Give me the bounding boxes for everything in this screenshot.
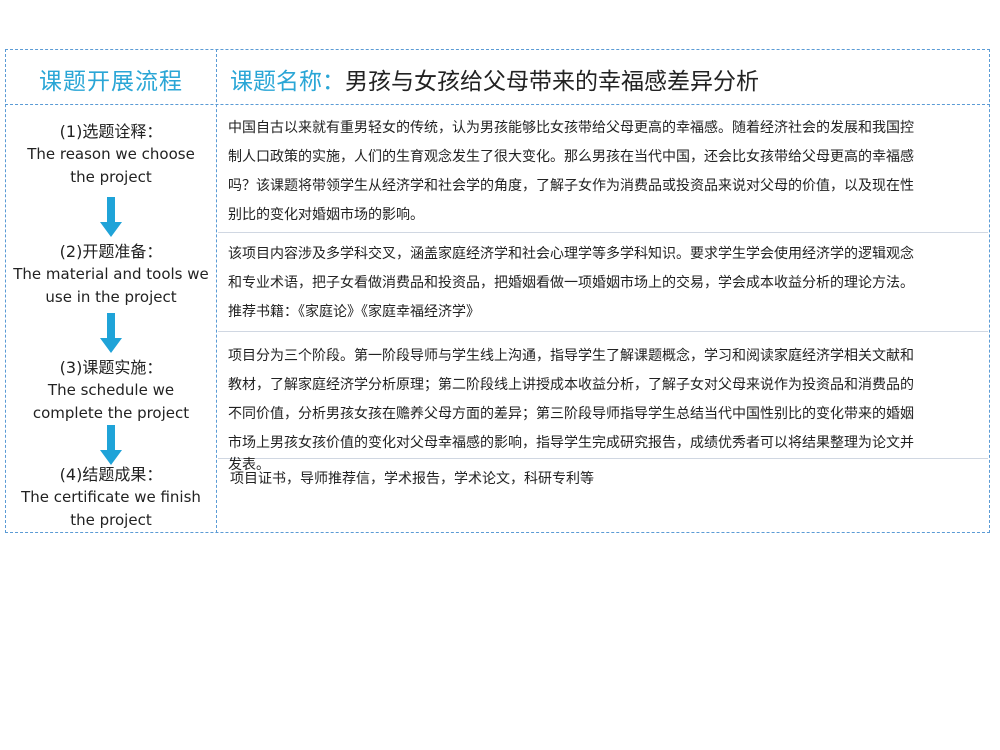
- content-line: 别比的变化对婚姻市场的影响。: [228, 207, 424, 223]
- step-3-en-line-2: complete the project: [32, 404, 190, 422]
- content-outcome: 项目证书，导师推荐信，学术报告，学术论文，科研专利等: [230, 465, 978, 494]
- row-divider: [218, 232, 988, 233]
- step-1: (1)选题诠释： The reason we choose the projec…: [8, 120, 214, 189]
- content-line: 和专业术语，把子女看做消费品和投资品，把婚姻看做一项婚姻市场上的交易，学会成本收…: [228, 275, 914, 291]
- step-2-en-line-1: The material and tools we: [13, 265, 209, 283]
- content-line: 项目证书，导师推荐信，学术报告，学术论文，科研专利等: [230, 471, 594, 487]
- content-line: 该项目内容涉及多学科交叉，涵盖家庭经济学和社会心理学等多学科知识。要求学生学会使…: [228, 246, 914, 262]
- content-line: 推荐书籍：《家庭论》《家庭幸福经济学》: [228, 304, 480, 320]
- content-reason: 中国自古以来就有重男轻女的传统，认为男孩能够比女孩带给父母更高的幸福感。随着经济…: [228, 114, 976, 230]
- step-4-cn: (4)结题成果：: [59, 465, 163, 484]
- content-line: 不同价值，分析男孩女孩在赡养父母方面的差异；第三阶段导师指导学生总结当代中国性别…: [228, 406, 914, 422]
- content-preparation: 该项目内容涉及多学科交叉，涵盖家庭经济学和社会心理学等多学科知识。要求学生学会使…: [228, 240, 976, 327]
- step-1-en-line-1: The reason we choose: [27, 145, 195, 163]
- step-1-cn: (1)选题诠释：: [59, 122, 163, 141]
- process-column-title: 课题开展流程: [39, 69, 183, 95]
- step-3-en-line-1: The schedule we: [47, 381, 175, 399]
- content-line: 项目分为三个阶段。第一阶段导师与学生线上沟通，指导学生了解课题概念，学习和阅读家…: [228, 348, 914, 364]
- step-3: (3)课题实施： The schedule we complete the pr…: [8, 356, 214, 425]
- arrow-down-icon: [100, 425, 122, 465]
- step-2-en-line-2: use in the project: [45, 288, 177, 306]
- row-divider: [218, 331, 988, 332]
- step-3-cn: (3)课题实施：: [59, 358, 163, 377]
- header-divider: [5, 104, 990, 105]
- step-4-en-line-1: The certificate we finish: [21, 488, 201, 506]
- arrow-down-icon: [100, 197, 122, 237]
- content-line: 吗？该课题将带领学生从经济学和社会学的角度，了解子女作为消费品或投资品来说对父母…: [228, 178, 914, 194]
- step-2: (2)开题准备： The material and tools we use i…: [8, 240, 214, 309]
- arrow-down-icon: [100, 313, 122, 353]
- content-schedule: 项目分为三个阶段。第一阶段导师与学生线上沟通，指导学生了解课题概念，学习和阅读家…: [228, 342, 976, 472]
- step-4: (4)结题成果： The certificate we finish the p…: [8, 463, 214, 532]
- content-line: 市场上男孩女孩价值的变化对父母幸福感的影响，指导学生完成研究报告，成绩优秀者可以…: [228, 435, 914, 451]
- step-1-en-line-2: the project: [70, 168, 152, 186]
- step-4-en-line-2: the project: [70, 511, 152, 529]
- content-line: 制人口政策的实施，人们的生育观念发生了很大变化。那么男孩在当代中国，还会比女孩带…: [228, 149, 914, 165]
- project-title-label: 课题名称：: [230, 69, 345, 95]
- content-line: 教材，了解家庭经济学分析原理；第二阶段线上讲授成本收益分析，了解子女对父母来说作…: [228, 377, 914, 393]
- project-title: 课题名称： 男孩与女孩给父母带来的幸福感差异分析: [230, 56, 759, 102]
- column-divider: [216, 49, 217, 533]
- step-2-cn: (2)开题准备：: [59, 242, 163, 261]
- project-title-text: 男孩与女孩给父母带来的幸福感差异分析: [345, 69, 759, 95]
- content-line: 中国自古以来就有重男轻女的传统，认为男孩能够比女孩带给父母更高的幸福感。随着经济…: [228, 120, 914, 136]
